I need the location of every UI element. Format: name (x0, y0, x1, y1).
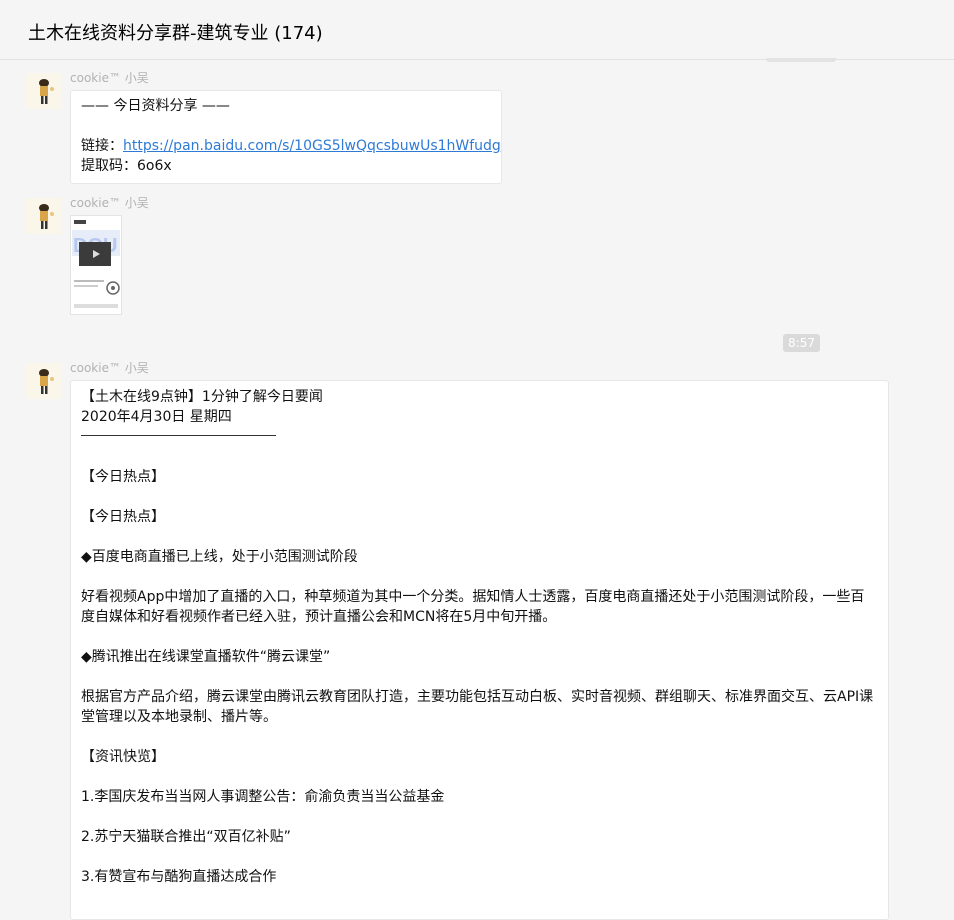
avatar-figure-icon (26, 363, 62, 399)
news-item-body: 根据官方产品介绍，腾云课堂由腾讯云教育团队打造，主要功能包括互动白板、实时音视频… (81, 689, 874, 725)
quick-news-item: 1.李国庆发布当当网人事调整公告：俞渝负责当当公益基金 (81, 789, 445, 805)
news-item-body: 好看视频App中增加了直播的入口，种草频道为其中一个分类。据知情人士透露，百度电… (81, 589, 865, 625)
douyin-video-thumbnail-icon: DOU (71, 216, 121, 314)
avatar-figure-icon (26, 73, 62, 109)
avatar[interactable] (26, 198, 62, 234)
scroll-indicator[interactable] (766, 58, 836, 62)
section-heading: 【今日热点】 (81, 509, 165, 525)
share-link[interactable]: https://pan.baidu.com/s/10GS5lwQqcsbuwUs… (123, 138, 501, 154)
link-label: 链接： (81, 138, 123, 154)
section-heading: 【今日热点】 (81, 469, 165, 485)
section-heading: 【资讯快览】 (81, 749, 165, 765)
avatar-figure-icon (26, 198, 62, 234)
avatar[interactable] (26, 363, 62, 399)
news-item-title: ◆腾讯推出在线课堂直播软件“腾云课堂” (81, 649, 331, 665)
chat-header: 土木在线资料分享群-建筑专业 (174) (0, 0, 954, 60)
quick-news-item: 2.苏宁天猫联合推出“双百亿补贴” (81, 829, 291, 845)
chat-title: 土木在线资料分享群-建筑专业 (174) (28, 23, 323, 44)
news-title: 【土木在线9点钟】1分钟了解今日要闻 (81, 389, 323, 405)
news-date: 2020年4月30日 星期四 (81, 409, 232, 425)
avatar[interactable] (26, 73, 62, 109)
sender-name: cookie™ 小吴 (70, 71, 149, 85)
image-message[interactable]: DOU (70, 215, 122, 315)
message-bubble[interactable]: —— 今日资料分享 —— 链接：https://pan.baidu.com/s/… (70, 90, 502, 184)
news-bubble[interactable]: 【土木在线9点钟】1分钟了解今日要闻 2020年4月30日 星期四 【今日热点】… (70, 380, 889, 920)
timestamp-badge: 8:57 (783, 334, 820, 352)
news-item-title: ◆百度电商直播已上线，处于小范围测试阶段 (81, 549, 358, 565)
extraction-code: 提取码：6o6x (81, 158, 172, 174)
sender-name: cookie™ 小吴 (70, 361, 149, 375)
sender-name: cookie™ 小吴 (70, 196, 149, 210)
share-heading: —— 今日资料分享 —— (81, 98, 230, 114)
quick-news-item: 3.有赞宣布与酷狗直播达成合作 (81, 869, 277, 885)
